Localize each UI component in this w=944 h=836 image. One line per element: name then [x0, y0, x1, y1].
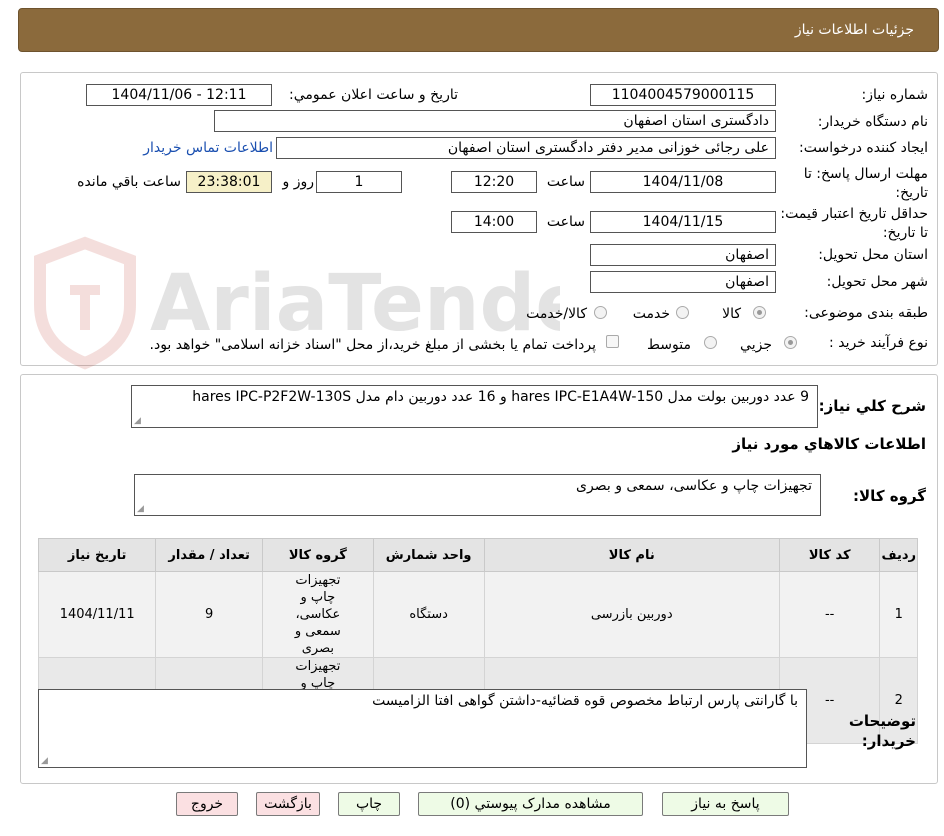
delivery-city-field: اصفهان: [590, 271, 776, 293]
col-quantity: تعداد / مقدار: [155, 538, 264, 572]
validity-date-field: 1404/11/15: [590, 211, 776, 233]
col-unit: واحد شمارش: [372, 538, 485, 572]
general-description-label: شرح کلي نياز:: [818, 397, 926, 415]
process-medium-radio[interactable]: [704, 336, 717, 349]
reply-date-field: 1404/11/08: [590, 171, 776, 193]
price-validity-label: حداقل تاريخ اعتبار قيمت: تا تاريخ:: [780, 206, 928, 241]
delivery-province-label: استان محل تحويل:: [818, 247, 928, 263]
days-label: روز و: [282, 174, 315, 190]
cell-item-group: تجهیزات چاپ و عکاسی، سمعی و بصری: [262, 571, 374, 658]
cell-quantity: 9: [155, 571, 264, 658]
process-minor-label: جزيي: [740, 337, 772, 353]
goods-group-text: تجهیزات چاپ و عکاسی، سمعی و بصری: [576, 478, 812, 494]
reply-to-need-button[interactable]: پاسخ به نياز: [662, 792, 789, 816]
page-header: جزئیات اطلاعات نیاز: [18, 8, 939, 52]
goods-group-label: گروه کالا:: [853, 487, 926, 505]
delivery-province-field: اصفهان: [590, 244, 776, 266]
print-button[interactable]: چاپ: [338, 792, 400, 816]
need-number-field: 1104004579000115: [590, 84, 776, 106]
announce-datetime-field: 1404/11/06 - 12:11: [86, 84, 272, 106]
requester-field: علی رجائی خوزانی مدیر دفتر دادگستری استا…: [276, 137, 776, 159]
process-medium-label: متوسط: [647, 337, 691, 353]
col-need-date: تاريخ نياز: [37, 538, 157, 572]
buyer-org-field: دادگستری استان اصفهان: [214, 110, 776, 132]
buyer-org-label: نام دستگاه خريدار:: [817, 114, 928, 130]
category-service-label: خدمت: [632, 306, 670, 322]
buyer-notes-field: با گارانتی پارس ارتباط مخصوص قوه قضائیه-…: [38, 689, 807, 768]
resize-grip-icon[interactable]: ◢: [41, 756, 48, 766]
required-items-title: اطلاعات کالاهاي مورد نياز: [732, 435, 926, 453]
back-button[interactable]: بازگشت: [256, 792, 320, 816]
cell-item-name: دوربین بازرسی: [483, 571, 780, 658]
need-number-label: شماره نیاز:: [861, 87, 929, 103]
announce-datetime-label: تاریخ و ساعت اعلان عمومي:: [289, 87, 458, 103]
purchase-process-label: نوع فرآيند خريد :: [829, 335, 928, 351]
category-goods-label: کالا: [722, 306, 741, 322]
category-service-radio[interactable]: [676, 306, 689, 319]
view-attachments-button[interactable]: مشاهده مدارک پيوستي (0): [418, 792, 643, 816]
exit-button[interactable]: خروج: [176, 792, 238, 816]
remaining-days-field: 1: [316, 171, 402, 193]
cell-item-code: --: [778, 571, 881, 658]
col-item-name: نام کالا: [483, 538, 780, 572]
validity-time-field: 14:00: [451, 211, 537, 233]
general-description-text: 9 عدد دوربین بولت مدل hares IPC-E1A4W-15…: [192, 389, 809, 405]
table-row: 1 -- دوربین بازرسی دستگاه تجهیزات چاپ و …: [37, 571, 918, 658]
category-goods-radio[interactable]: [753, 306, 766, 319]
goods-group-field: تجهیزات چاپ و عکاسی، سمعی و بصری ◢: [134, 474, 821, 516]
category-label: طبقه بندی موضوعی:: [804, 305, 928, 321]
cell-need-date: 1404/11/11: [37, 571, 157, 658]
treasury-payment-checkbox[interactable]: [606, 335, 619, 348]
remaining-time-label: ساعت باقي مانده: [77, 174, 181, 190]
validity-time-label: ساعت: [546, 214, 585, 230]
col-row-number: رديف: [879, 538, 918, 572]
category-goods-service-radio[interactable]: [594, 306, 607, 319]
reply-deadline-label: مهلت ارسال پاسخ: تا تاریخ:: [803, 166, 928, 201]
reply-time-label: ساعت: [546, 174, 585, 190]
page-title: جزئیات اطلاعات نیاز: [794, 22, 914, 38]
buyer-contact-link[interactable]: اطلاعات تماس خريدار: [143, 140, 273, 156]
category-goods-service-label: کالا/خدمت: [526, 306, 587, 322]
general-description-field: 9 عدد دوربین بولت مدل hares IPC-E1A4W-15…: [131, 385, 818, 428]
remaining-time-field: 23:38:01: [186, 171, 272, 193]
process-minor-radio[interactable]: [784, 336, 797, 349]
cell-unit: دستگاه: [372, 571, 485, 658]
table-header-row: رديف کد کالا نام کالا واحد شمارش گروه کا…: [37, 538, 918, 572]
cell-row-number: 1: [879, 571, 918, 658]
resize-grip-icon[interactable]: ◢: [137, 504, 144, 514]
treasury-payment-note: پرداخت تمام یا بخشی از مبلغ خرید،از محل …: [149, 337, 596, 353]
buyer-notes-label: توضيحات خريدار:: [848, 712, 916, 750]
resize-grip-icon[interactable]: ◢: [134, 416, 141, 426]
col-item-group: گروه کالا: [262, 538, 374, 572]
buyer-notes-text: با گارانتی پارس ارتباط مخصوص قوه قضائیه-…: [372, 693, 798, 709]
col-item-code: کد کالا: [778, 538, 881, 572]
requester-label: ايجاد كننده درخواست:: [799, 140, 928, 156]
delivery-city-label: شهر محل تحويل:: [826, 274, 928, 290]
reply-time-field: 12:20: [451, 171, 537, 193]
